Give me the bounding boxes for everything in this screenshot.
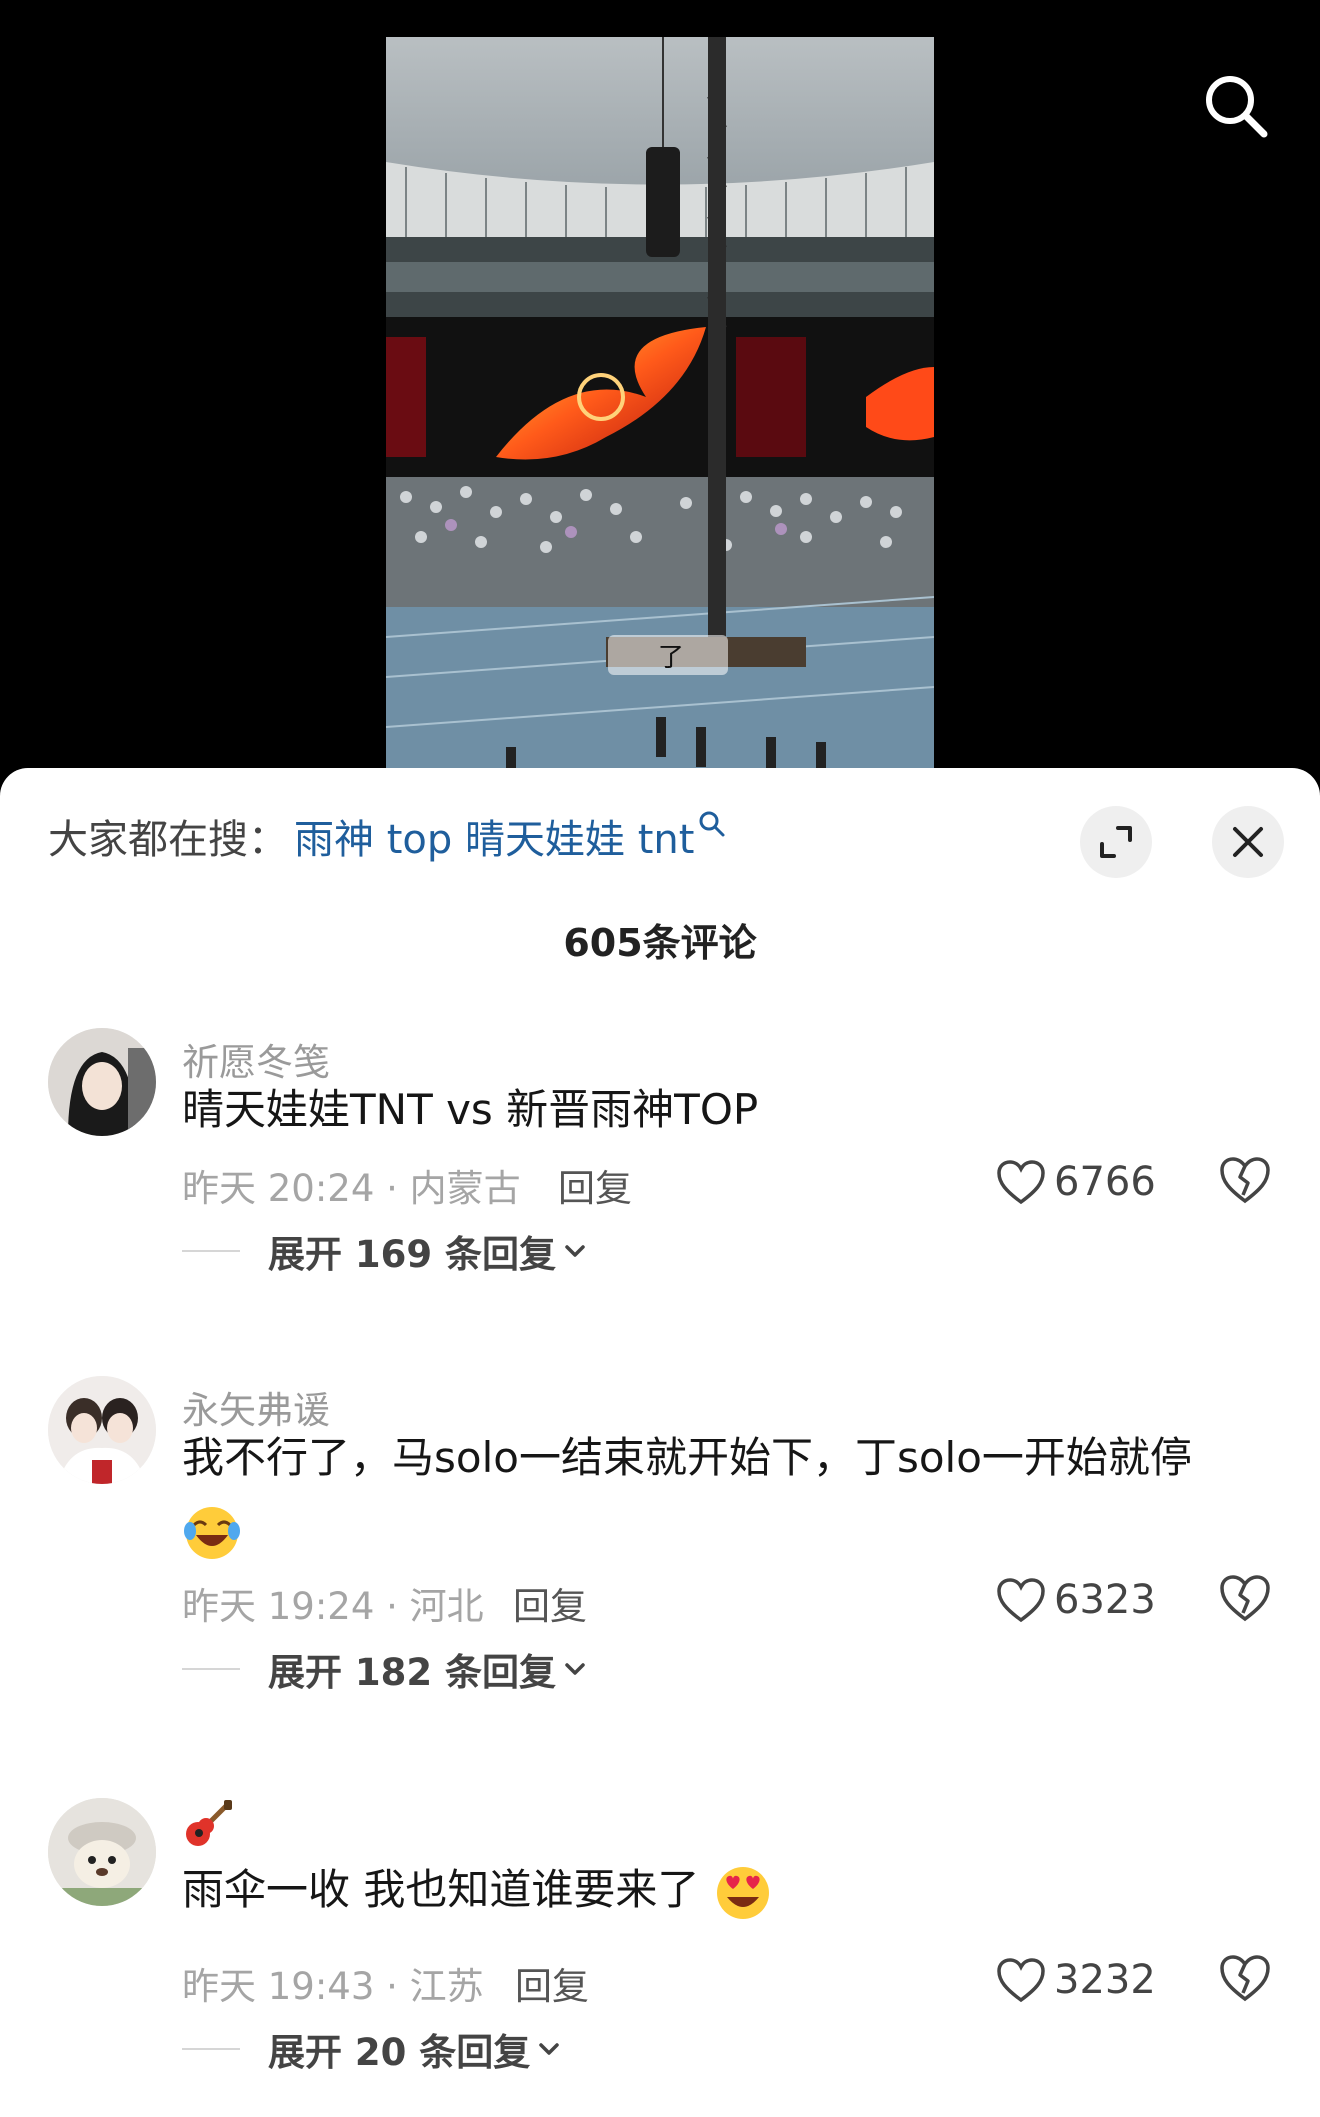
like-count: 3232 (1054, 1957, 1156, 2003)
heart-icon (997, 1958, 1045, 2003)
expand-replies-label: 展开 20 条回复 (268, 2031, 531, 2074)
avatar[interactable] (48, 1798, 156, 1906)
like-button[interactable]: 6323 (996, 1570, 1156, 1630)
expand-replies-button[interactable]: 展开 182 条回复 (182, 1644, 588, 1694)
like-count: 6766 (1054, 1159, 1156, 1205)
laughing-crying-emoji-icon (184, 1506, 240, 1559)
trending-search[interactable]: 大家都在搜： 雨神 top 晴天娃娃 tnt (48, 808, 726, 864)
heart-eyes-emoji-icon (716, 1866, 769, 1919)
broken-heart-icon (1220, 1575, 1270, 1622)
like-count: 6323 (1054, 1577, 1156, 1623)
video-caption: 了 (608, 635, 728, 675)
small-search-icon (699, 811, 725, 837)
search-button[interactable] (1200, 70, 1272, 142)
username[interactable]: 🎸 (182, 1798, 234, 1859)
comment-text-content: 雨伞一收 我也知道谁要来了 (182, 1865, 700, 1914)
comment-meta: 昨天 19:43 · 江苏 (182, 1965, 484, 2008)
comment-text: 雨伞一收 我也知道谁要来了 (182, 1854, 1262, 1926)
comment-text-content: 我不行了，马solo一结束就开始下，丁solo一开始就停 (182, 1433, 1192, 1482)
broken-heart-icon (1220, 1955, 1270, 2002)
dislike-button[interactable] (1218, 1573, 1272, 1627)
video-frame[interactable]: 了 (386, 37, 934, 780)
like-button[interactable]: 3232 (996, 1950, 1156, 2010)
avatar[interactable] (48, 1376, 156, 1484)
divider-line (182, 1668, 240, 1670)
dislike-button[interactable] (1218, 1155, 1272, 1209)
video-caption-text: 了 (658, 643, 685, 673)
close-sheet-button[interactable] (1212, 806, 1284, 878)
chevron-down-icon (565, 1245, 585, 1257)
comment-text: 晴天娃娃TNT vs 新晋雨神TOP (182, 1085, 759, 1134)
comment-meta: 昨天 19:24 · 河北 (182, 1585, 484, 1628)
chevron-down-icon (565, 1663, 585, 1675)
avatar-image (48, 1376, 156, 1484)
trending-prefix: 大家都在搜： (48, 817, 288, 863)
comment-text: 我不行了，马solo一结束就开始下，丁solo一开始就停 (182, 1422, 1262, 1566)
reply-button[interactable]: 回复 (558, 1158, 632, 1212)
broken-heart-icon (1220, 1157, 1270, 1204)
close-icon (1233, 827, 1263, 857)
expand-replies-label: 展开 182 条回复 (268, 1651, 556, 1694)
guitar-emoji-icon (186, 1800, 232, 1846)
video-player[interactable]: 了 (0, 0, 1320, 780)
expand-icon (1100, 826, 1132, 858)
like-button[interactable]: 6766 (996, 1152, 1156, 1212)
trending-query[interactable]: 雨神 top 晴天娃娃 tnt (294, 807, 694, 865)
expand-replies-button[interactable]: 展开 20 条回复 (182, 2024, 562, 2074)
divider-line (182, 2048, 240, 2050)
search-icon (1206, 76, 1268, 138)
dislike-button[interactable] (1218, 1953, 1272, 2007)
heart-icon (997, 1578, 1045, 1623)
expand-replies-button[interactable]: 展开 169 条回复 (182, 1226, 588, 1276)
comments-sheet: 大家都在搜： 雨神 top 晴天娃娃 tnt 605条评论 祈愿冬笺 晴天娃娃T… (0, 768, 1320, 2117)
reply-button[interactable]: 回复 (513, 1576, 587, 1630)
divider-line (182, 1250, 240, 1252)
chevron-down-icon (539, 2043, 560, 2055)
avatar[interactable] (48, 1028, 156, 1136)
avatar-image (48, 1798, 156, 1906)
avatar-image (48, 1028, 156, 1136)
heart-icon (997, 1160, 1045, 1205)
comment-count: 605条评论 (563, 921, 757, 965)
comment-meta: 昨天 20:24 · 内蒙古 (182, 1167, 521, 1210)
reply-button[interactable]: 回复 (515, 1956, 589, 2010)
expand-replies-label: 展开 169 条回复 (268, 1233, 556, 1276)
expand-sheet-button[interactable] (1080, 806, 1152, 878)
